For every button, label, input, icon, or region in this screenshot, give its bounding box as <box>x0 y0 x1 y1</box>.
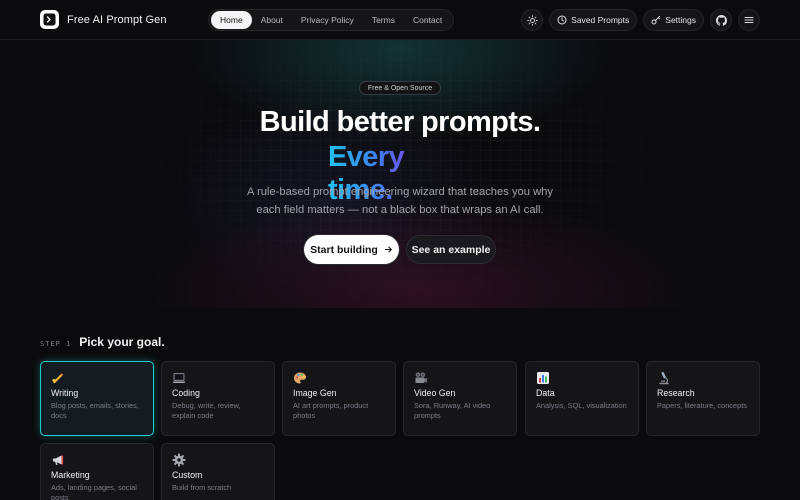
goal-desc: Sora, Runway, AI video prompts <box>414 401 491 420</box>
menu-icon <box>744 17 754 23</box>
pencil-hand-icon <box>52 373 64 384</box>
goal-card-custom[interactable]: Custom Build from scratch <box>161 443 275 500</box>
saved-prompts-button[interactable]: Saved Prompts <box>549 9 638 31</box>
goal-desc: Build from scratch <box>172 483 232 492</box>
goal-card-coding[interactable]: Coding Debug, write, review, explain cod… <box>161 361 275 436</box>
goal-desc: AI art prompts, product photos <box>293 401 369 420</box>
goal-desc: Blog posts, emails, stories, docs <box>51 401 139 420</box>
start-building-button[interactable]: Start building <box>304 235 399 264</box>
goal-card-data[interactable]: Data Analysis, SQL, visualization <box>525 361 639 436</box>
nav-link-contact[interactable]: Contact <box>404 11 451 29</box>
bar-chart-icon <box>537 372 549 384</box>
theme-toggle-button[interactable] <box>521 9 544 31</box>
step-label: STEP 1 <box>40 340 72 348</box>
settings-label: Settings <box>665 15 696 25</box>
sun-icon <box>526 14 538 26</box>
goal-desc: Papers, literature, concepts <box>657 401 747 410</box>
goal-card-video-gen[interactable]: Video Gen Sora, Runway, AI video prompts <box>403 361 517 436</box>
nav-link-privacy-policy[interactable]: Privacy Policy <box>292 11 363 29</box>
nav-link-about[interactable]: About <box>252 11 292 29</box>
start-building-label: Start building <box>310 243 378 256</box>
goal-title: Coding <box>172 388 200 398</box>
github-icon <box>715 14 727 26</box>
see-example-button[interactable]: See an example <box>406 235 496 264</box>
goal-title: Data <box>536 388 555 398</box>
goal-card-image-gen[interactable]: Image Gen AI art prompts, product photos <box>282 361 396 436</box>
brand-name: Free AI Prompt Gen <box>67 13 167 26</box>
hero-title: Build better prompts. <box>259 106 541 138</box>
clock-icon <box>557 15 567 25</box>
arrow-right-icon <box>384 246 392 253</box>
saved-prompts-label: Saved Prompts <box>571 15 630 25</box>
film-camera-icon <box>415 372 427 383</box>
nav-link-terms[interactable]: Terms <box>363 11 404 29</box>
nav-link-home[interactable]: Home <box>211 11 252 29</box>
goal-card-research[interactable]: Research Papers, literature, concepts <box>646 361 760 436</box>
nav-links: Home About Privacy Policy Terms Contact <box>208 9 455 31</box>
goal-desc: Ads, landing pages, social posts <box>51 483 137 500</box>
step-title: Pick your goal. <box>79 335 165 349</box>
key-icon <box>651 15 661 25</box>
goal-title: Custom <box>172 470 203 480</box>
goal-title: Writing <box>51 388 79 398</box>
goal-desc: Debug, write, review, explain code <box>172 401 241 420</box>
goal-card-writing[interactable]: Writing Blog posts, emails, stories, doc… <box>40 361 154 436</box>
palette-icon <box>294 372 306 384</box>
hero-section: Free & Open Source Build better prompts.… <box>0 40 800 308</box>
laptop-icon <box>172 373 186 383</box>
goal-title: Marketing <box>51 470 90 480</box>
brand[interactable]: Free AI Prompt Gen <box>40 10 167 29</box>
hero-subtitle-line-2: each field matters — not a black box tha… <box>256 204 544 216</box>
megaphone-icon <box>53 455 64 465</box>
menu-button[interactable] <box>738 9 760 31</box>
goal-title: Video Gen <box>414 388 456 398</box>
goal-title: Image Gen <box>293 388 337 398</box>
goal-title: Research <box>657 388 695 398</box>
nav-actions: Saved Prompts Settings <box>521 9 760 31</box>
top-nav: Free AI Prompt Gen Home About Privacy Po… <box>0 0 800 40</box>
terminal-logo-icon <box>40 10 59 29</box>
goal-desc: Analysis, SQL, visualization <box>536 401 627 410</box>
step-header: STEP 1 Pick your goal. <box>40 335 165 349</box>
settings-button[interactable]: Settings <box>643 9 704 31</box>
github-button[interactable] <box>710 9 732 31</box>
hero-subtitle-line-1: A rule-based prompt engineering wizard t… <box>247 186 553 198</box>
open-source-badge: Free & Open Source <box>359 81 441 95</box>
goal-card-marketing[interactable]: Marketing Ads, landing pages, social pos… <box>40 443 154 500</box>
gear-icon <box>172 453 186 467</box>
microscope-icon <box>659 371 669 385</box>
